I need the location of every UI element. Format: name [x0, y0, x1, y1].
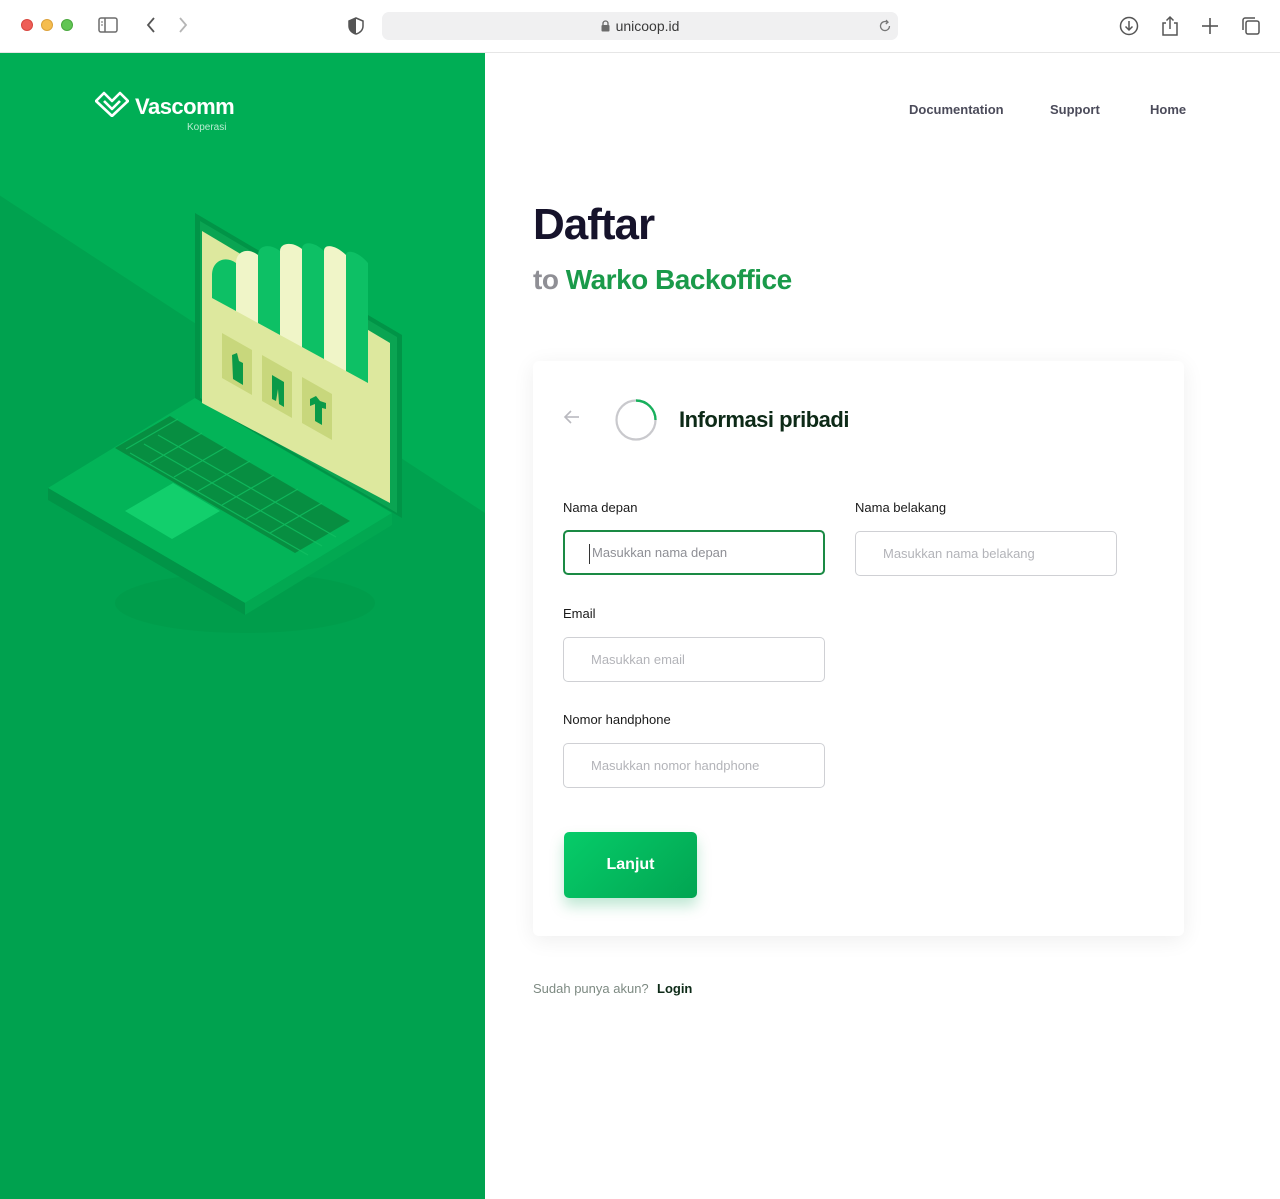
brand-tagline: Koperasi	[187, 122, 227, 133]
url-text: unicoop.id	[615, 18, 680, 34]
page-title: Daftar	[533, 200, 655, 249]
lock-icon	[601, 20, 610, 32]
forward-icon[interactable]	[175, 16, 191, 34]
sidebar-icon[interactable]	[97, 16, 119, 34]
address-bar[interactable]: unicoop.id	[382, 12, 898, 40]
login-link[interactable]: Login	[657, 981, 692, 996]
nav-home-link[interactable]: Home	[1150, 102, 1186, 117]
last-name-label: Nama belakang	[855, 500, 947, 515]
browser-toolbar: unicoop.id	[0, 0, 1280, 53]
progress-ring-icon	[613, 397, 659, 448]
last-name-field[interactable]	[855, 531, 1117, 576]
reload-icon[interactable]	[878, 19, 892, 36]
phone-field[interactable]	[563, 743, 825, 788]
back-icon[interactable]	[143, 16, 159, 34]
first-name-field[interactable]	[563, 530, 825, 575]
close-window-button[interactable]	[21, 19, 33, 31]
have-account-text: Sudah punya akun?	[533, 981, 649, 996]
continue-button[interactable]: Lanjut	[564, 832, 697, 898]
hero-panel: Vascomm Koperasi	[0, 53, 485, 1199]
text-caret	[589, 544, 590, 564]
phone-label: Nomor handphone	[563, 712, 671, 727]
nav-documentation-link[interactable]: Documentation	[909, 102, 1004, 117]
nav-support-link[interactable]: Support	[1050, 102, 1100, 117]
minimize-window-button[interactable]	[41, 19, 53, 31]
arrow-left-icon[interactable]	[563, 409, 581, 430]
vascomm-logo-icon	[94, 91, 130, 122]
laptop-shop-illustration	[48, 213, 402, 633]
tabs-icon[interactable]	[1240, 15, 1262, 37]
email-field[interactable]	[563, 637, 825, 682]
new-tab-icon[interactable]	[1200, 16, 1220, 36]
zoom-window-button[interactable]	[61, 19, 73, 31]
email-label: Email	[563, 606, 596, 621]
subtitle-prefix: to	[533, 264, 559, 295]
step-title: Informasi pribadi	[679, 407, 849, 432]
brand-logo[interactable]: Vascomm	[94, 91, 235, 122]
first-name-label: Nama depan	[563, 500, 638, 515]
page-subtitle: to Warko Backoffice	[533, 264, 792, 296]
download-icon[interactable]	[1118, 15, 1140, 37]
subtitle-app-name: Warko Backoffice	[565, 264, 792, 295]
shield-icon[interactable]	[347, 16, 365, 36]
registration-card: Informasi pribadi Nama depan Nama belaka…	[533, 361, 1184, 936]
brand-name: Vascomm	[135, 93, 235, 119]
share-icon[interactable]	[1159, 14, 1181, 38]
